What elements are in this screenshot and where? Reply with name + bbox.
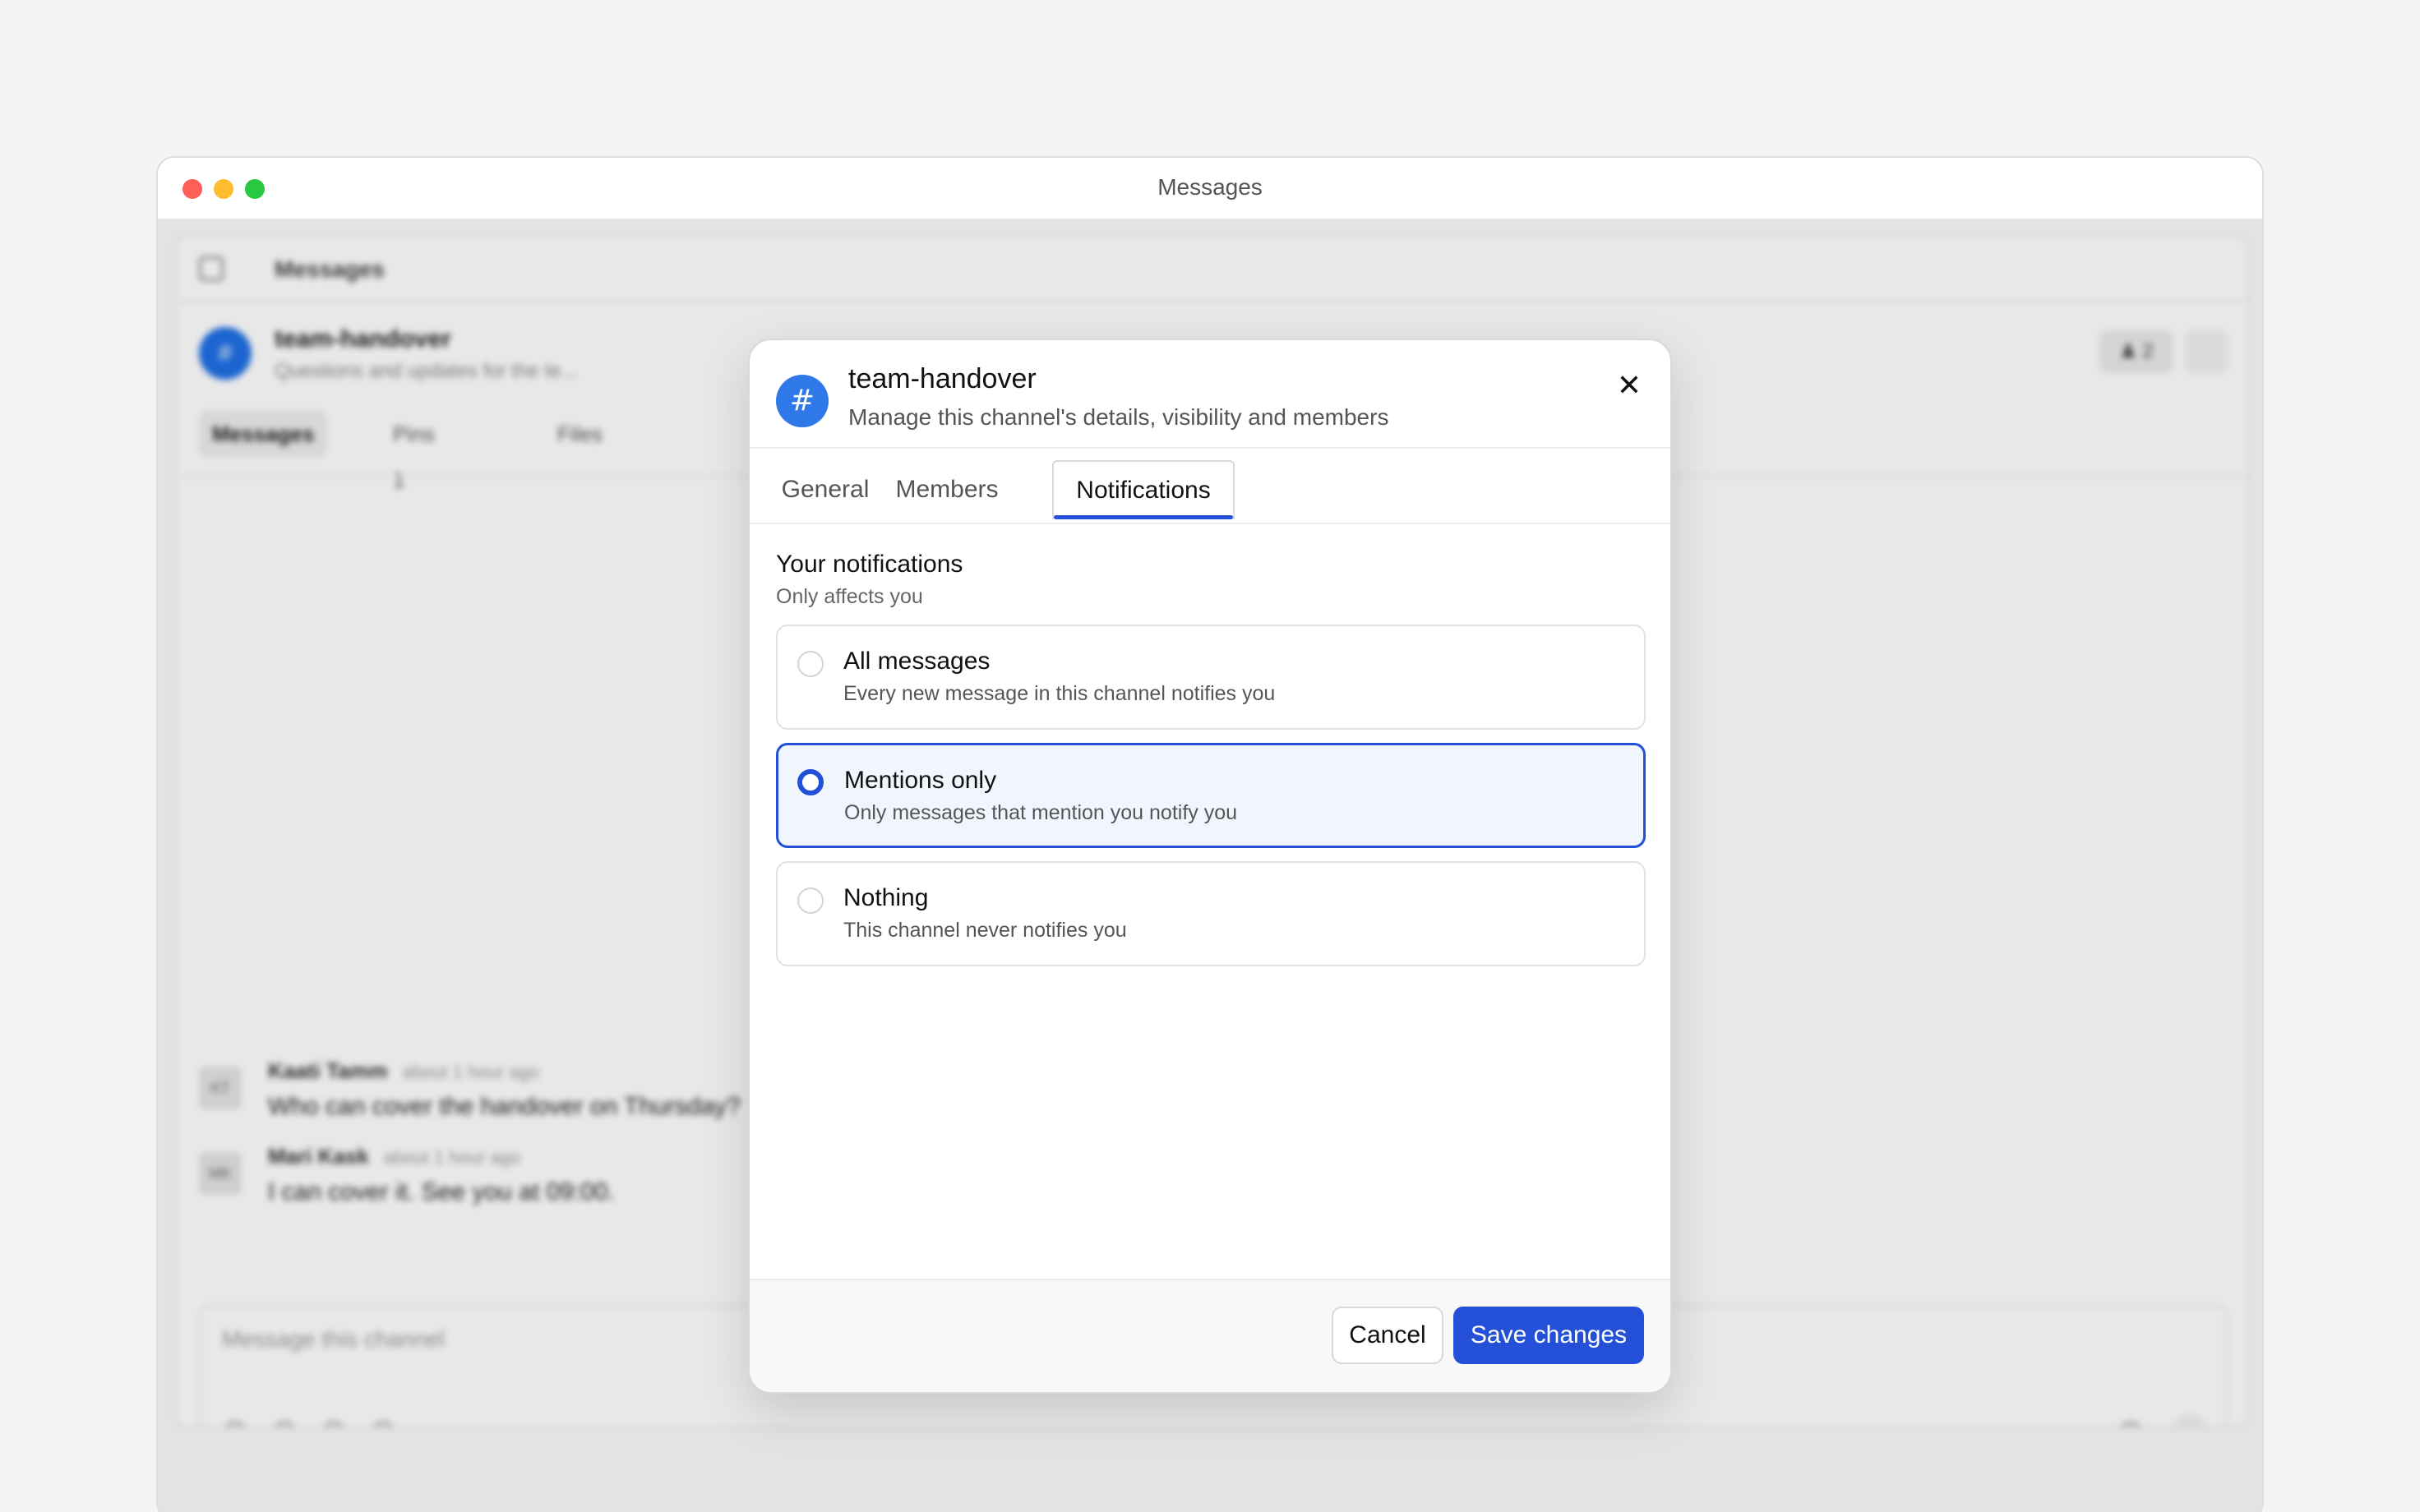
option-mentions-only[interactable]: Mentions only Only messages that mention… bbox=[776, 743, 1646, 848]
radio-mentions-only[interactable] bbox=[797, 769, 824, 795]
radio-nothing[interactable] bbox=[797, 887, 824, 914]
option-description: Every new message in this channel notifi… bbox=[843, 682, 1276, 705]
dialog-tabs: General Members Notifications bbox=[750, 449, 1670, 524]
option-description: Only messages that mention you notify yo… bbox=[844, 801, 1238, 824]
radio-all-messages[interactable] bbox=[797, 651, 824, 677]
dialog-title: team-handover bbox=[848, 363, 1037, 394]
cancel-button[interactable]: Cancel bbox=[1332, 1307, 1443, 1364]
tab-members[interactable]: Members bbox=[889, 460, 1004, 519]
title-bar: Messages bbox=[158, 158, 2262, 220]
dialog-description: Manage this channel's details, visibilit… bbox=[848, 404, 1389, 430]
option-description: This channel never notifies you bbox=[843, 919, 1127, 942]
section-subtitle: Only affects you bbox=[776, 585, 923, 608]
option-label: Mentions only bbox=[844, 767, 997, 794]
save-button[interactable]: Save changes bbox=[1453, 1307, 1644, 1364]
dialog-header: # team-handover Manage this channel's de… bbox=[750, 340, 1670, 449]
tab-notifications[interactable]: Notifications bbox=[1052, 460, 1235, 519]
hash-icon: # bbox=[776, 375, 829, 427]
dialog-footer: Cancel Save changes bbox=[750, 1279, 1670, 1392]
close-icon[interactable]: ✕ bbox=[1606, 363, 1652, 409]
window-title: Messages bbox=[1157, 174, 1263, 200]
option-label: Nothing bbox=[843, 884, 929, 911]
tab-general[interactable]: General bbox=[776, 460, 875, 519]
option-nothing[interactable]: Nothing This channel never notifies you bbox=[776, 861, 1646, 966]
option-label: All messages bbox=[843, 648, 991, 675]
option-all-messages[interactable]: All messages Every new message in this c… bbox=[776, 625, 1646, 730]
channel-settings-dialog: # team-handover Manage this channel's de… bbox=[748, 339, 1672, 1394]
section-title: Your notifications bbox=[776, 551, 963, 578]
